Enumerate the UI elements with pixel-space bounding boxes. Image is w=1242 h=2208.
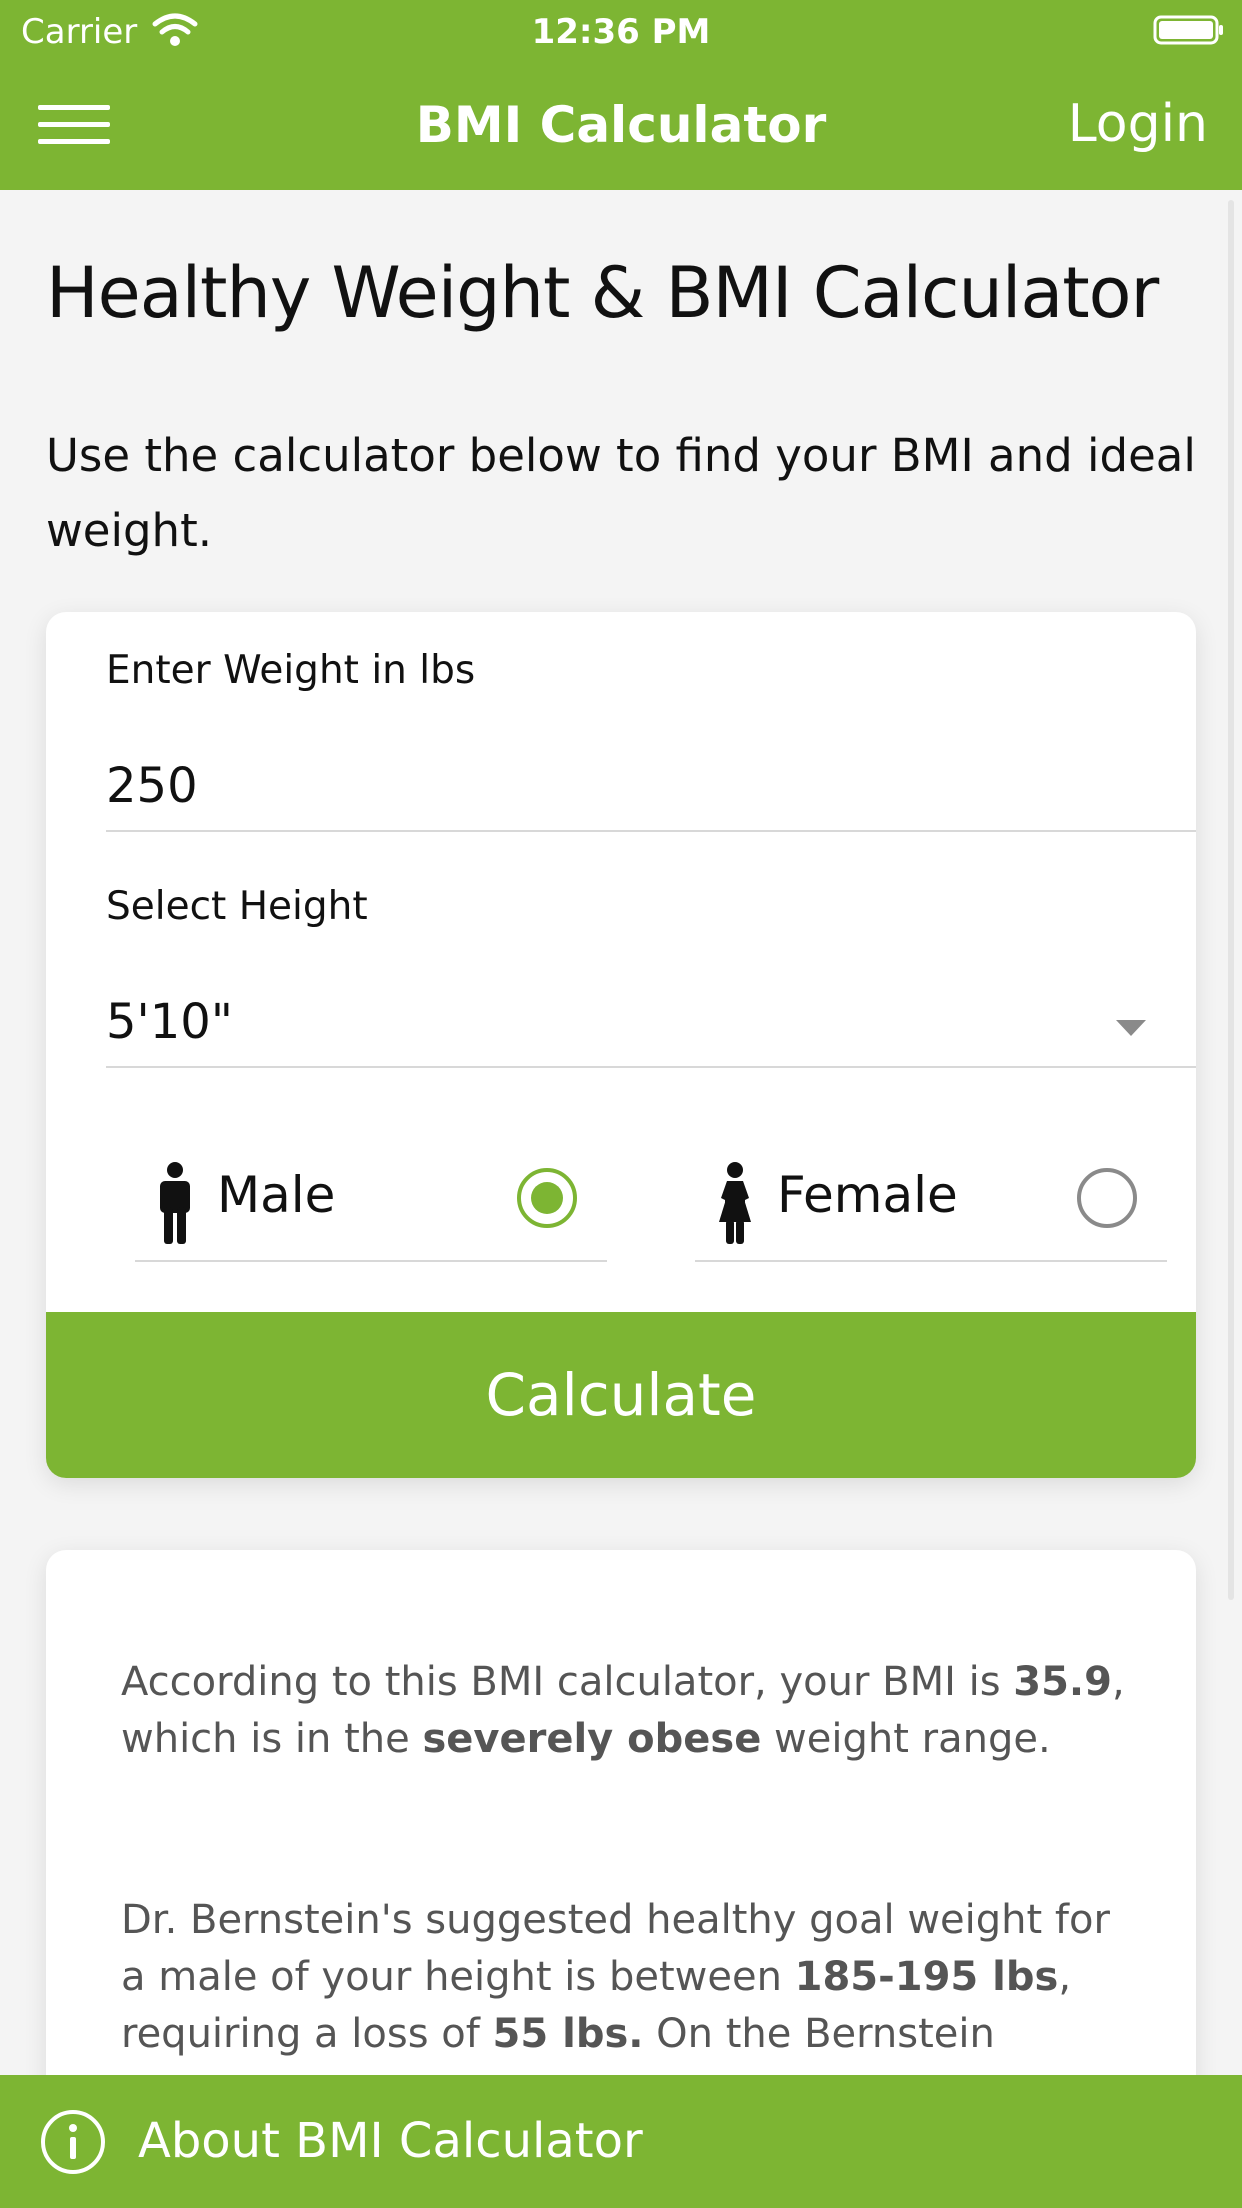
height-value: 5'10" <box>106 994 233 1050</box>
calculator-form-card: Enter Weight in lbs Select Height 5'10" … <box>46 612 1196 1478</box>
result-goal-text: Dr. Bernstein's suggested healthy goal w… <box>121 1892 1131 2063</box>
male-icon <box>160 1162 190 1244</box>
result-bmi-text: According to this BMI calculator, your B… <box>121 1654 1131 1768</box>
male-radio[interactable] <box>517 1168 577 1228</box>
scrollbar[interactable] <box>1228 200 1234 1600</box>
height-select[interactable]: 5'10" <box>106 978 1196 1068</box>
female-icon <box>719 1162 751 1244</box>
gender-option-female[interactable]: Female <box>695 1132 1167 1262</box>
status-bar: Carrier 12:36 PM <box>0 0 1242 60</box>
info-icon <box>41 2110 105 2174</box>
weight-loss-amount: 55 lbs. <box>492 2011 644 2057</box>
intro-text: Use the calculator below to find your BM… <box>46 429 1196 557</box>
page-title: Healthy Weight & BMI Calculator <box>46 252 1159 334</box>
status-time: 12:36 PM <box>531 12 711 52</box>
battery-icon <box>1153 15 1223 45</box>
height-label: Select Height <box>106 884 368 929</box>
gender-label-female: Female <box>777 1166 958 1224</box>
about-bmi-calculator-label: About BMI Calculator <box>138 2113 643 2169</box>
login-button[interactable]: Login <box>1068 94 1208 154</box>
female-radio[interactable] <box>1077 1168 1137 1228</box>
gender-label-male: Male <box>217 1166 336 1224</box>
chevron-down-icon <box>1116 1020 1146 1036</box>
weight-label: Enter Weight in lbs <box>106 648 476 693</box>
result-text: According to this BMI calculator, your B… <box>121 1659 1014 1705</box>
bmi-value: 35.9 <box>1013 1659 1112 1705</box>
goal-weight-range: 185-195 lbs <box>794 1954 1059 2000</box>
nav-title: BMI Calculator <box>415 96 827 154</box>
about-bmi-calculator-bar[interactable]: About BMI Calculator <box>0 2075 1242 2208</box>
weight-input[interactable] <box>106 742 1196 832</box>
result-text: On the Bernstein <box>643 2011 995 2057</box>
result-text: weight range. <box>761 1716 1051 1762</box>
gender-option-male[interactable]: Male <box>135 1132 607 1262</box>
bmi-category: severely obese <box>422 1716 762 1762</box>
nav-bar: BMI Calculator Login <box>0 60 1242 190</box>
calculate-button[interactable]: Calculate <box>46 1312 1196 1478</box>
